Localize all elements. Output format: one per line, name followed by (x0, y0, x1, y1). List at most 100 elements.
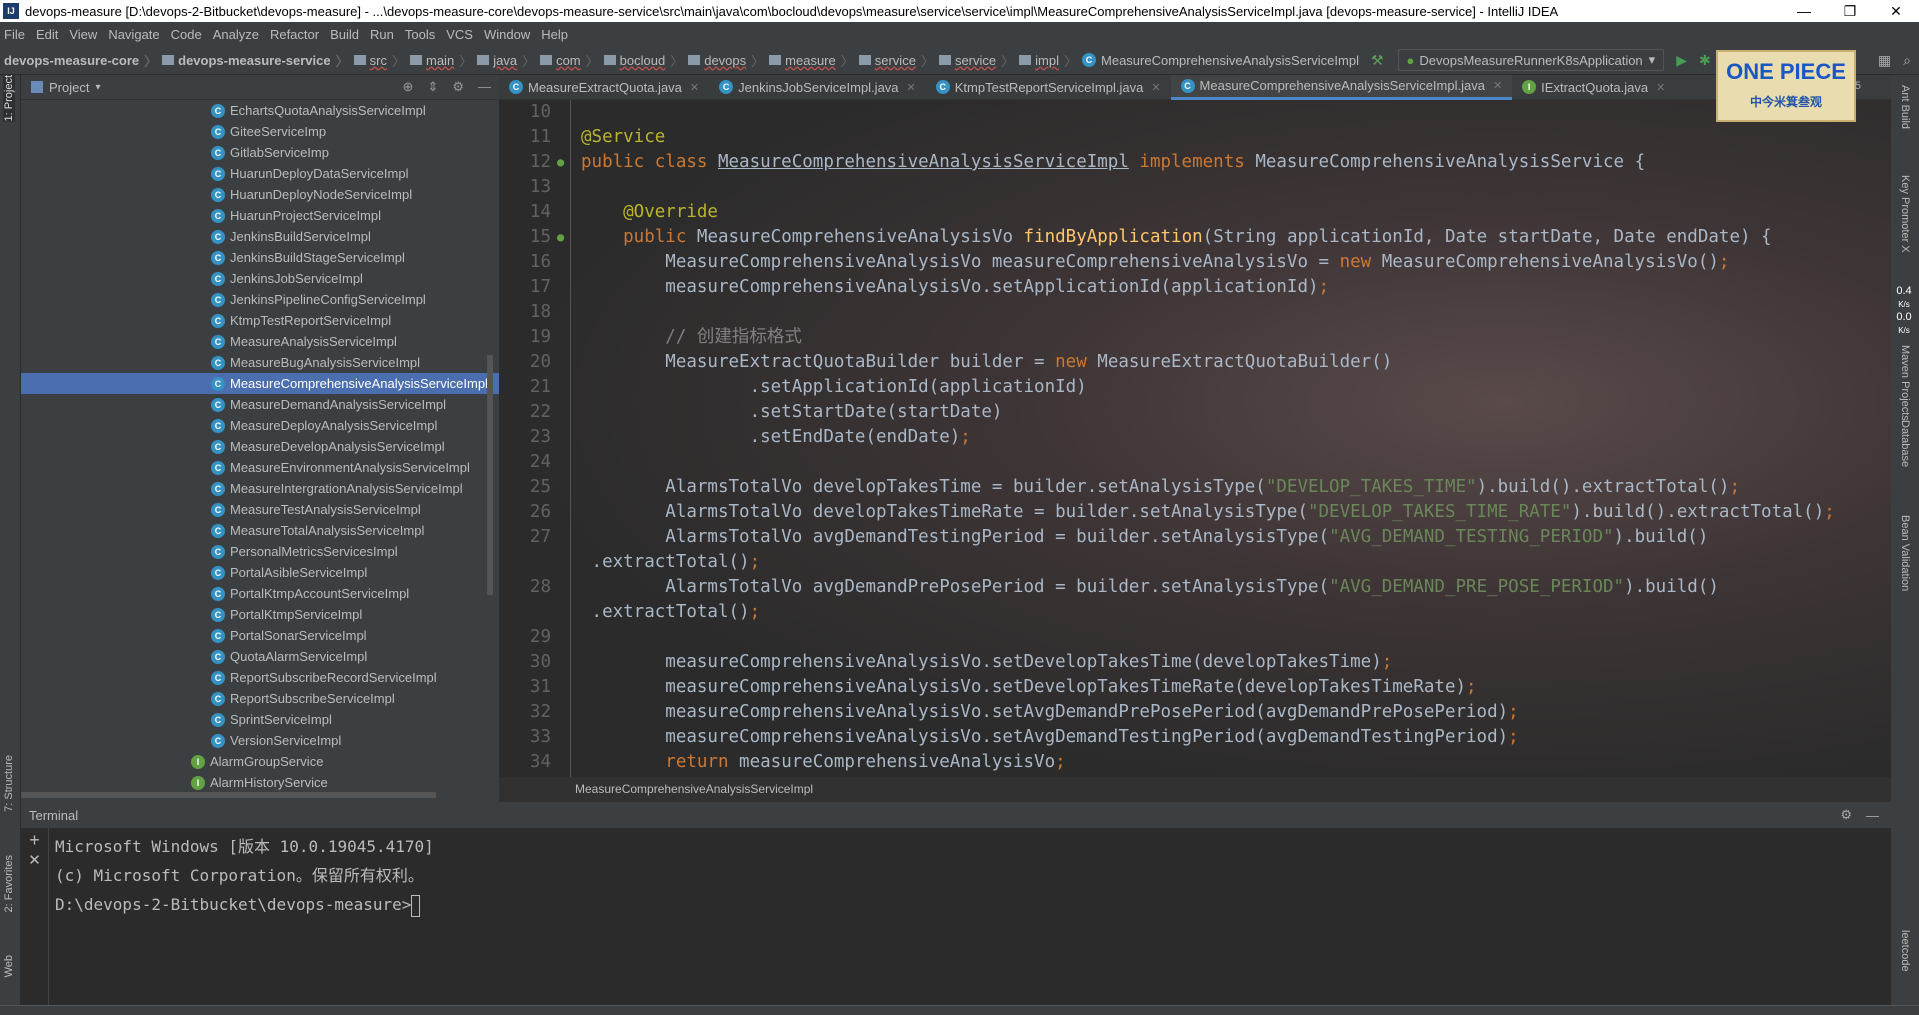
menu-item-vcs[interactable]: VCS (446, 27, 473, 42)
tree-item[interactable]: C PersonalMetricsServicesImpl (21, 541, 499, 562)
gear-icon[interactable]: ⚙ (452, 79, 464, 95)
breadcrumb-item[interactable]: java 〉 (477, 51, 540, 70)
tool-window-maven-projects[interactable]: Maven Projects (1899, 345, 1911, 421)
tree-item[interactable]: C MeasureComprehensiveAnalysisServiceImpl (21, 373, 499, 394)
tree-item[interactable]: C JenkinsBuildStageServiceImpl (21, 247, 499, 268)
breadcrumb-item[interactable]: bocloud 〉 (603, 51, 689, 70)
editor-tab[interactable]: C MeasureComprehensiveAnalysisServiceImpl… (1170, 74, 1513, 100)
search-icon[interactable]: ⌕ (1903, 52, 1911, 69)
tree-item[interactable]: I AlarmGroupService (21, 751, 499, 772)
tree-vertical-scrollbar[interactable] (487, 355, 493, 595)
tool-window-ant-build[interactable]: Ant Build (1899, 85, 1911, 129)
tool-window-structure[interactable]: 7: Structure (3, 755, 15, 812)
tree-item[interactable]: C PortalKtmpAccountServiceImpl (21, 583, 499, 604)
project-structure-icon[interactable]: ▦ (1878, 52, 1891, 69)
breadcrumb-item[interactable]: devops 〉 (688, 51, 769, 70)
menu-item-help[interactable]: Help (541, 27, 568, 42)
tree-horizontal-scrollbar[interactable] (21, 792, 436, 798)
tree-item[interactable]: C MeasureBugAnalysisServiceImpl (21, 352, 499, 373)
close-button[interactable]: ✕ (1873, 3, 1919, 20)
menu-item-window[interactable]: Window (484, 27, 530, 42)
breadcrumb-item[interactable]: measure 〉 (769, 51, 859, 70)
hide-icon[interactable]: — (478, 79, 491, 95)
close-session-icon[interactable]: ✕ (21, 851, 48, 869)
menu-item-tools[interactable]: Tools (405, 27, 435, 42)
tree-item[interactable]: C MeasureTotalAnalysisServiceImpl (21, 520, 499, 541)
tree-item[interactable]: C VersionServiceImpl (21, 730, 499, 751)
tree-item[interactable]: C MeasureDemandAnalysisServiceImpl (21, 394, 499, 415)
tool-window-leetcode[interactable]: leetcode (1899, 930, 1911, 972)
tree-item[interactable]: C JenkinsBuildServiceImpl (21, 226, 499, 247)
tree-item[interactable]: C ReportSubscribeServiceImpl (21, 688, 499, 709)
tree-item[interactable]: C JenkinsJobServiceImpl (21, 268, 499, 289)
hide-icon[interactable]: — (1866, 808, 1879, 823)
tree-item[interactable]: C MeasureAnalysisServiceImpl (21, 331, 499, 352)
breadcrumb-item[interactable]: src 〉 (353, 51, 410, 70)
project-view-select[interactable]: Project (49, 80, 89, 95)
menu-item-edit[interactable]: Edit (36, 27, 58, 42)
tree-item[interactable]: C HuarunProjectServiceImpl (21, 205, 499, 226)
tree-item[interactable]: C MeasureDeployAnalysisServiceImpl (21, 415, 499, 436)
editor-tab[interactable]: I IExtractQuota.java ✕ (1512, 75, 1675, 100)
breadcrumb-item[interactable]: main 〉 (410, 51, 477, 70)
close-tab-icon[interactable]: ✕ (1656, 81, 1665, 94)
tree-item[interactable]: C ReportSubscribeRecordServiceImpl (21, 667, 499, 688)
tree-item[interactable]: C MeasureEnvironmentAnalysisServiceImpl (21, 457, 499, 478)
tool-window-bean-validation[interactable]: Bean Validation (1899, 515, 1911, 591)
menu-item-analyze[interactable]: Analyze (213, 27, 259, 42)
tree-item[interactable]: C PortalSonarServiceImpl (21, 625, 499, 646)
breadcrumb-item[interactable]: C MeasureComprehensiveAnalysisServiceImpl (1082, 51, 1359, 70)
override-icon[interactable]: ● (557, 225, 581, 250)
debug-icon[interactable]: ✱ (1699, 52, 1711, 69)
breadcrumb-item[interactable]: impl 〉 (1019, 51, 1082, 70)
menu-item-navigate[interactable]: Navigate (108, 27, 159, 42)
tree-item[interactable]: C KtmpTestReportServiceImpl (21, 310, 499, 331)
new-session-icon[interactable]: + (21, 830, 48, 851)
close-tab-icon[interactable]: ✕ (1493, 79, 1502, 92)
tree-item[interactable]: C MeasureDevelopAnalysisServiceImpl (21, 436, 499, 457)
tree-item[interactable]: C PortalAsibleServiceImpl (21, 562, 499, 583)
close-tab-icon[interactable]: ✕ (1151, 81, 1160, 94)
menu-item-file[interactable]: File (4, 27, 25, 42)
tool-window-key-promoter[interactable]: Key Promoter X (1899, 175, 1911, 253)
tree-item[interactable]: C GiteeServiceImp (21, 121, 499, 142)
tree-item[interactable]: C PortalKtmpServiceImpl (21, 604, 499, 625)
code-area[interactable]: 10 11 @Service 12 ● public class MeasureCompr… (499, 100, 1891, 777)
tree-item[interactable]: C QuotaAlarmServiceImpl (21, 646, 499, 667)
editor-breadcrumb[interactable]: MeasureComprehensiveAnalysisServiceImpl (499, 777, 1891, 802)
breadcrumb-item[interactable]: com 〉 (540, 51, 604, 70)
menu-item-run[interactable]: Run (370, 27, 394, 42)
tool-window-database[interactable]: Database (1899, 420, 1911, 467)
menu-item-refactor[interactable]: Refactor (270, 27, 319, 42)
tree-item[interactable]: C JenkinsPipelineConfigServiceImpl (21, 289, 499, 310)
editor-tab[interactable]: C JenkinsJobServiceImpl.java ✕ (709, 75, 926, 100)
maximize-button[interactable]: ❐ (1827, 3, 1873, 20)
breadcrumb-item[interactable]: service 〉 (938, 51, 1019, 70)
breadcrumb-item[interactable]: devops-measure-core 〉 (4, 51, 162, 70)
tool-window-web[interactable]: Web (3, 955, 15, 977)
minimize-button[interactable]: — (1781, 3, 1827, 19)
terminal-output[interactable]: Microsoft Windows [版本 10.0.19045.4170] (c… (55, 832, 434, 919)
tool-window-favorites[interactable]: 2: Favorites (3, 855, 15, 912)
menu-item-code[interactable]: Code (171, 27, 202, 42)
editor-tab[interactable]: C KtmpTestReportServiceImpl.java ✕ (926, 75, 1171, 100)
close-tab-icon[interactable]: ✕ (907, 81, 916, 94)
tree-item[interactable]: C MeasureTestAnalysisServiceImpl (21, 499, 499, 520)
locate-icon[interactable]: ⊕ (403, 79, 414, 95)
tree-item[interactable]: C MeasureIntergrationAnalysisServiceImpl (21, 478, 499, 499)
editor-tab[interactable]: C MeasureExtractQuota.java ✕ (499, 75, 709, 100)
tree-item[interactable]: C GitlabServiceImp (21, 142, 499, 163)
run-configuration-select[interactable]: ● DevopsMeasureRunnerK8sApplication ▾ (1397, 49, 1665, 71)
run-icon[interactable]: ▶ (1676, 52, 1687, 69)
breadcrumb-item[interactable]: devops-measure-service 〉 (162, 51, 354, 70)
tree-item[interactable]: C HuarunDeployDataServiceImpl (21, 163, 499, 184)
close-tab-icon[interactable]: ✕ (690, 81, 699, 94)
tree-item[interactable]: C HuarunDeployNodeServiceImpl (21, 184, 499, 205)
breadcrumb-item[interactable]: service 〉 (858, 51, 939, 70)
build-icon[interactable]: ⚒ (1371, 52, 1384, 69)
tree-item[interactable]: C SprintServiceImpl (21, 709, 499, 730)
gear-icon[interactable]: ⚙ (1840, 807, 1852, 823)
tree-item[interactable]: I AlarmHistoryService (21, 772, 499, 790)
collapse-all-icon[interactable]: ⇕ (427, 79, 438, 95)
tree-item[interactable]: C EchartsQuotaAnalysisServiceImpl (21, 100, 499, 121)
